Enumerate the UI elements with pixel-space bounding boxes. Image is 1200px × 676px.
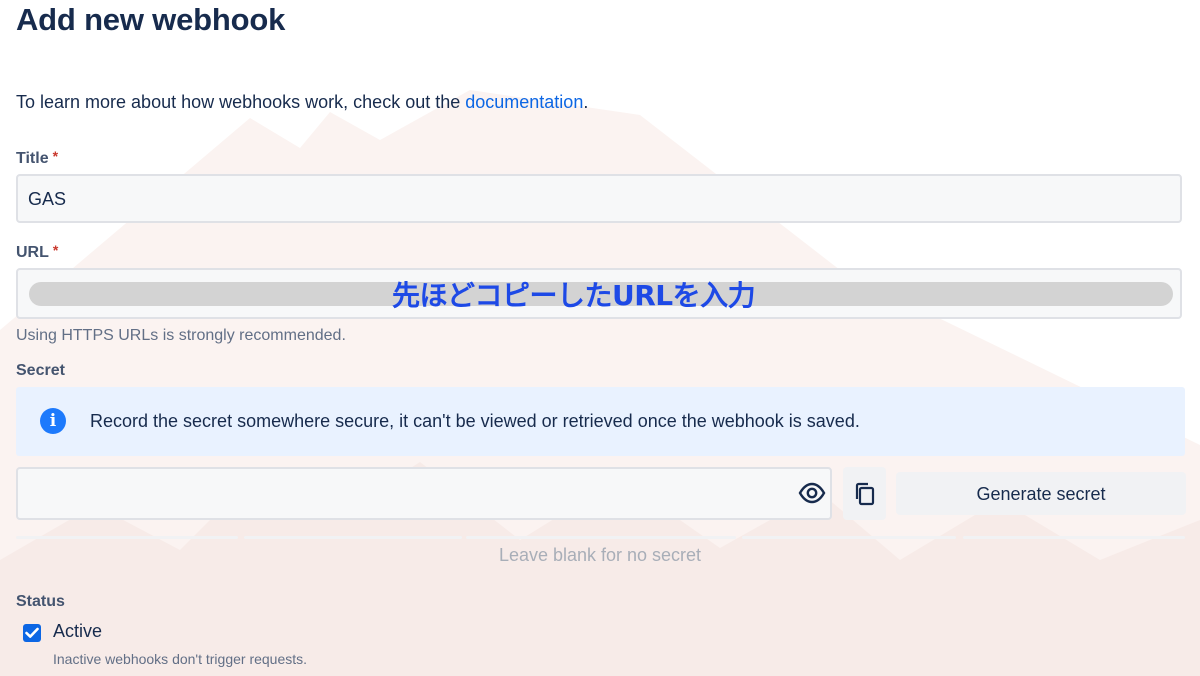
active-checkbox[interactable] [23,624,41,642]
active-checkbox-label[interactable]: Active [53,621,102,642]
copy-icon [855,482,875,506]
check-icon [25,627,39,638]
copy-secret-button[interactable] [843,467,886,520]
url-label-text: URL [16,244,49,261]
webhook-form: Add new webhook To learn more about how … [0,0,1200,676]
info-icon: i [40,408,66,434]
secret-label: Secret [16,362,65,379]
secret-input[interactable] [16,467,832,520]
intro-prefix: To learn more about how webhooks work, c… [16,92,466,112]
divider [244,536,462,539]
documentation-link[interactable]: documentation [465,92,583,112]
divider [742,536,956,539]
page-title: Add new webhook [16,2,286,37]
required-marker: * [52,148,59,164]
intro-text: To learn more about how webhooks work, c… [16,92,588,113]
secret-info-text: Record the secret somewhere secure, it c… [90,411,860,431]
divider [466,536,736,539]
status-label: Status [16,593,65,610]
title-input[interactable]: GAS [16,174,1182,223]
title-input-value: GAS [28,189,67,209]
status-help-text: Inactive webhooks don't trigger requests… [53,651,308,667]
url-help-text: Using HTTPS URLs is strongly recommended… [16,327,346,344]
required-marker: * [52,242,59,258]
url-label: URL * [16,242,58,262]
title-label: Title * [16,148,58,168]
eye-icon[interactable] [798,481,826,505]
divider [963,536,1185,539]
url-annotation: 先ほどコピーしたURLを入力 [392,279,756,312]
divider [16,536,238,539]
generate-secret-button[interactable]: Generate secret [896,472,1186,515]
title-label-text: Title [16,150,49,167]
secret-blank-note: Leave blank for no secret [498,545,702,565]
intro-suffix: . [583,92,589,112]
secret-info-banner: i Record the secret somewhere secure, it… [16,387,1185,456]
